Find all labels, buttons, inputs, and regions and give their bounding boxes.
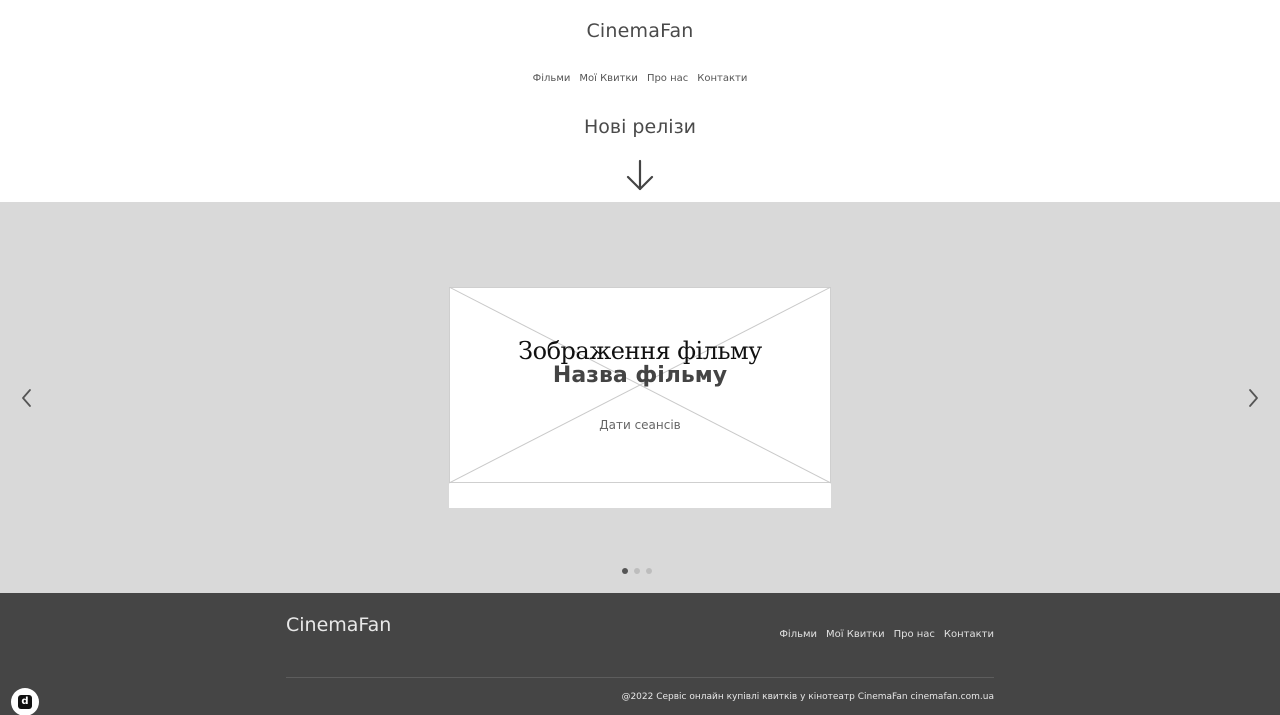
page: CinemaFan Фільми Мої Квитки Про нас Конт… (0, 0, 1280, 715)
carousel-indicators (622, 568, 652, 574)
chevron-right-icon[interactable] (1243, 386, 1263, 410)
carousel-dot-3[interactable] (646, 568, 652, 574)
nav-item-contacts[interactable]: Контакти (697, 73, 747, 84)
movie-image-alt-text: Зображення фільму (518, 337, 762, 365)
section-title: Нові релізи (583, 116, 697, 138)
nav-item-my-tickets[interactable]: Мої Квитки (579, 73, 638, 84)
site-header: CinemaFan Фільми Мої Квитки Про нас Конт… (0, 0, 1280, 202)
movie-card[interactable]: Зображення фільму Назва фільму Дати сеан… (449, 287, 831, 508)
footer-nav-item-about[interactable]: Про нас (894, 629, 935, 640)
d-app-icon: d (18, 695, 32, 709)
movie-title: Назва фільму (552, 363, 728, 388)
new-releases-carousel: Зображення фільму Назва фільму Дати сеан… (0, 202, 1280, 593)
main-nav: Фільми Мої Квитки Про нас Контакти (0, 73, 1280, 84)
site-footer: CinemaFan Фільми Мої Квитки Про нас Конт… (0, 593, 1280, 715)
footer-nav-item-films[interactable]: Фільми (779, 629, 817, 640)
nav-item-films[interactable]: Фільми (533, 73, 571, 84)
copyright-text: @2022 Сервіс онлайн купівлі квитків у кі… (621, 692, 994, 702)
footer-divider (286, 677, 994, 678)
showtimes-label: Дати сеансів (599, 418, 681, 432)
footer-logo[interactable]: CinemaFan (286, 614, 391, 636)
floating-app-badge[interactable]: d (11, 688, 39, 715)
chevron-left-icon[interactable] (17, 386, 37, 410)
carousel-dot-1[interactable] (622, 568, 628, 574)
site-logo[interactable]: CinemaFan (0, 20, 1280, 42)
image-placeholder (449, 287, 831, 484)
footer-nav-item-my-tickets[interactable]: Мої Квитки (826, 629, 885, 640)
arrow-down-icon[interactable] (625, 158, 655, 192)
footer-nav: Фільми Мої Квитки Про нас Контакти (779, 629, 994, 640)
nav-item-about[interactable]: Про нас (647, 73, 688, 84)
footer-nav-item-contacts[interactable]: Контакти (944, 629, 994, 640)
carousel-dot-2[interactable] (634, 568, 640, 574)
